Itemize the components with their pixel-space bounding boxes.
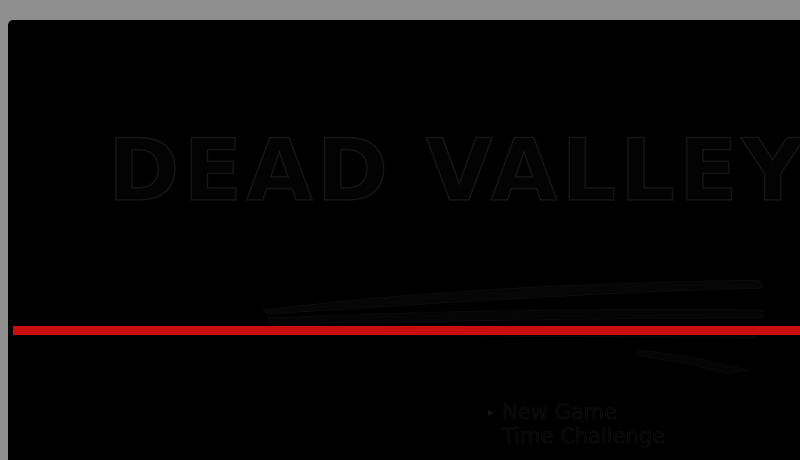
menu-item-label: Time Challenge [502, 424, 666, 449]
triangle-right-icon: ▸ [487, 405, 495, 419]
main-menu: ▸ New Game ▸ Time Challenge [480, 400, 666, 449]
game-title: DEAD VALLEY [107, 121, 800, 221]
game-window: DEAD VALLEY ▸ New Game ▸ Time Challenge [8, 20, 800, 460]
blood-smear-decoration [259, 279, 764, 375]
menu-item-new-game[interactable]: ▸ New Game [480, 400, 665, 425]
menu-item-label: New Game [502, 400, 618, 425]
menu-item-time-challenge[interactable]: ▸ Time Challenge [480, 424, 666, 449]
blood-line-divider [13, 326, 800, 335]
